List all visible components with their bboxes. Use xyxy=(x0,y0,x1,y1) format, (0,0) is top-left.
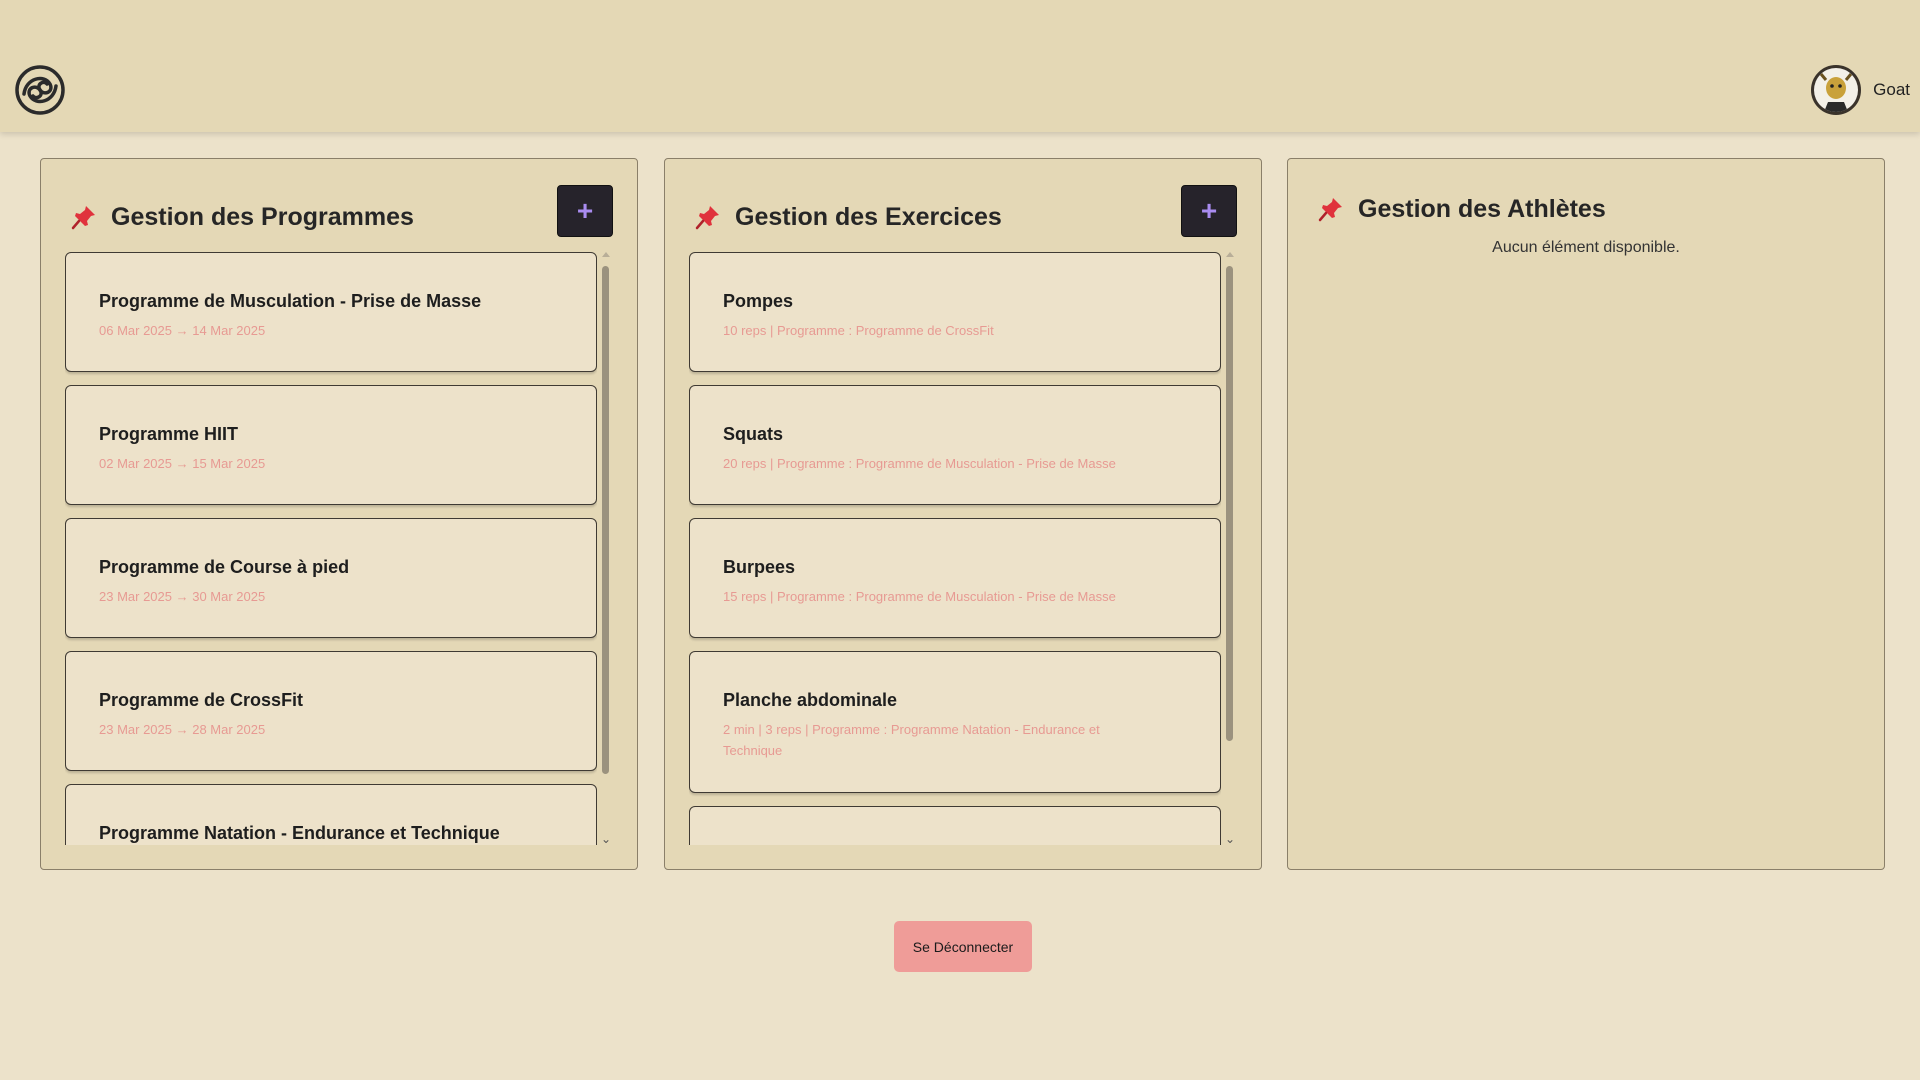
list-item[interactable]: Burpees 15 reps | Programme : Programme … xyxy=(689,518,1221,638)
programme-title: Programme de Musculation - Prise de Mass… xyxy=(99,291,482,311)
programmes-panel-header: Gestion des Programmes xyxy=(71,197,414,237)
programme-dates: 23 Mar 2025 → 30 Mar 2025 xyxy=(99,589,266,604)
swirl-logo-icon[interactable] xyxy=(14,64,66,116)
programmes-list[interactable]: Programme de Musculation - Prise de Mass… xyxy=(65,252,597,845)
scroll-down-arrow-icon[interactable]: ⌄ xyxy=(601,833,611,845)
programme-title: Programme de CrossFit xyxy=(99,690,304,710)
user-menu[interactable]: Goat xyxy=(1811,64,1910,116)
list-item[interactable]: Programme HIIT 02 Mar 2025 → 15 Mar 2025 xyxy=(65,385,597,505)
programmes-panel: Gestion des Programmes + Programme de Mu… xyxy=(40,158,638,870)
exercices-panel-header: Gestion des Exercices xyxy=(695,197,1002,237)
list-item[interactable]: Planche abdominale 2 min | 3 reps | Prog… xyxy=(689,651,1221,793)
exercices-scrollbar[interactable]: ⌄ xyxy=(1225,252,1235,845)
athletes-empty-message: Aucun élément disponible. xyxy=(1492,239,1680,256)
logout-button[interactable]: Se Déconnecter xyxy=(894,921,1032,972)
list-item[interactable]: Programme Natation - Endurance et Techni… xyxy=(65,784,597,845)
programme-title: Programme Natation - Endurance et Techni… xyxy=(99,823,500,843)
pushpin-icon xyxy=(71,206,95,230)
username[interactable]: Goat xyxy=(1873,80,1910,100)
exercices-panel: Gestion des Exercices + Pompes 10 reps |… xyxy=(664,158,1262,870)
exercice-details: 15 reps | Programme : Programme de Muscu… xyxy=(723,589,1116,604)
exercice-title: Squats xyxy=(723,424,784,444)
exercice-title: Planche abdominale xyxy=(723,690,898,710)
athletes-panel-header: Gestion des Athlètes xyxy=(1318,189,1606,229)
exercice-details: 20 reps | Programme : Programme de Muscu… xyxy=(723,456,1116,471)
programme-dates: 23 Mar 2025 → 28 Mar 2025 xyxy=(99,722,266,737)
athletes-title: Gestion des Athlètes xyxy=(1358,194,1606,223)
scroll-up-arrow-icon[interactable] xyxy=(602,252,610,257)
exercice-title: Burpees xyxy=(723,557,796,577)
programme-title: Programme de Course à pied xyxy=(99,557,350,577)
programme-dates: 06 Mar 2025 → 14 Mar 2025 xyxy=(99,323,266,338)
list-item[interactable]: Programme de Musculation - Prise de Mass… xyxy=(65,252,597,372)
list-item[interactable]: Programme de CrossFit 23 Mar 2025 → 28 M… xyxy=(65,651,597,771)
programmes-scrollbar[interactable]: ⌄ xyxy=(601,252,611,845)
pushpin-icon xyxy=(1318,198,1342,222)
programmes-title: Gestion des Programmes xyxy=(111,202,414,231)
list-item[interactable]: Pompes 10 reps | Programme : Programme d… xyxy=(689,252,1221,372)
scrollbar-thumb[interactable] xyxy=(1226,266,1233,741)
exercice-details: 2 min | 3 reps | Programme : Programme N… xyxy=(723,722,1100,758)
exercices-list[interactable]: Pompes 10 reps | Programme : Programme d… xyxy=(689,252,1221,845)
add-exercice-button[interactable]: + xyxy=(1181,185,1237,237)
exercice-details: 10 reps | Programme : Programme de Cross… xyxy=(723,323,994,338)
list-item[interactable]: Squats 20 reps | Programme : Programme d… xyxy=(689,385,1221,505)
add-programme-button[interactable]: + xyxy=(557,185,613,237)
pushpin-icon xyxy=(695,206,719,230)
exercice-title: Pompes xyxy=(723,291,794,311)
scroll-down-arrow-icon[interactable]: ⌄ xyxy=(1225,833,1235,845)
athletes-panel: Gestion des Athlètes Aucun élément dispo… xyxy=(1287,158,1885,870)
list-item[interactable]: Programme de Course à pied 23 Mar 2025 →… xyxy=(65,518,597,638)
goat-avatar-icon[interactable] xyxy=(1811,65,1862,115)
list-item[interactable] xyxy=(689,806,1221,845)
programme-title: Programme HIIT xyxy=(99,424,239,444)
top-header: Goat xyxy=(0,0,1920,132)
programme-dates: 02 Mar 2025 → 15 Mar 2025 xyxy=(99,456,266,471)
scroll-up-arrow-icon[interactable] xyxy=(1226,252,1234,257)
scrollbar-thumb[interactable] xyxy=(602,266,609,774)
exercices-title: Gestion des Exercices xyxy=(735,202,1002,231)
